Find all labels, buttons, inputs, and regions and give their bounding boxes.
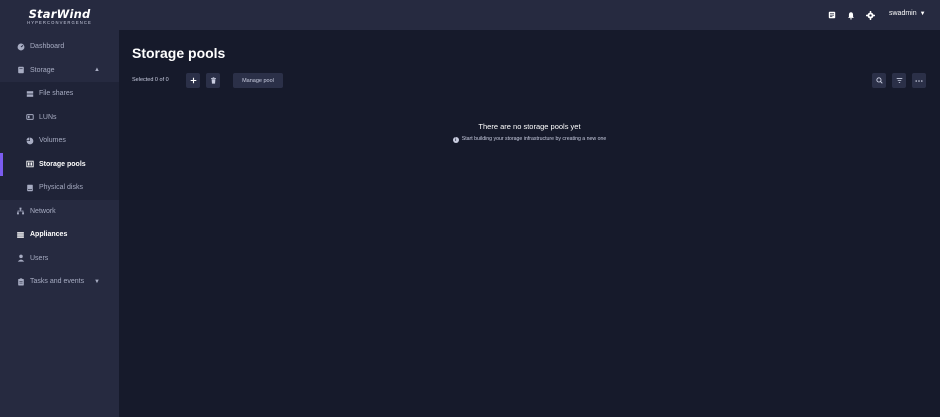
sidebar-item-file-shares[interactable]: File shares: [0, 82, 119, 106]
sidebar-item-label: Users: [30, 254, 49, 262]
sidebar-item-luns[interactable]: LUNs: [0, 105, 119, 129]
sidebar-item-volumes[interactable]: Volumes: [0, 129, 119, 153]
more-options-button[interactable]: [912, 73, 926, 88]
filter-button[interactable]: [892, 73, 906, 88]
empty-state-title: There are no storage pools yet: [478, 122, 581, 131]
storage-submenu: File shares LUNs Volumes Storage pools P…: [0, 82, 119, 200]
tasks-icon: [16, 277, 25, 286]
network-icon: [16, 207, 25, 216]
trash-icon: [210, 77, 216, 84]
search-icon: [875, 77, 883, 84]
empty-state-subtitle-text: Start building your storage infrastructu…: [461, 136, 607, 142]
activity-log-icon[interactable]: [827, 10, 837, 20]
user-menu[interactable]: swadmin ▼: [889, 10, 926, 17]
delete-pool-button[interactable]: [206, 73, 220, 88]
sidebar-item-users[interactable]: Users: [0, 247, 119, 271]
sidebar-item-tasks-and-events[interactable]: Tasks and events ▼: [0, 270, 119, 294]
sidebar-item-storage[interactable]: Storage ▲: [0, 59, 119, 83]
volumes-icon: [25, 136, 34, 145]
dashboard-icon: [16, 42, 25, 51]
empty-state-subtitle: i Start building your storage infrastruct…: [119, 136, 940, 143]
physical-disks-icon: [25, 183, 34, 192]
chevron-up-icon[interactable]: ▲: [94, 67, 100, 73]
appliances-icon: [16, 230, 25, 239]
more-horizontal-icon: [915, 79, 923, 82]
top-bar: swadmin ▼: [119, 0, 940, 30]
sidebar-item-label: Volumes: [39, 137, 66, 145]
sidebar-item-label: Appliances: [30, 231, 68, 239]
file-shares-icon: [25, 89, 34, 98]
sidebar-item-storage-pools[interactable]: Storage pools: [0, 152, 119, 176]
sidebar-item-label: Tasks and events: [30, 278, 85, 286]
brand-name: StarWind: [28, 6, 91, 21]
manage-pool-button[interactable]: Manage pool: [233, 73, 283, 88]
username: swadmin: [889, 10, 917, 17]
sidebar-item-appliances[interactable]: Appliances: [0, 223, 119, 247]
main-content: Storage pools Selected 0 of 0 Manage poo…: [119, 30, 940, 417]
sidebar-item-network[interactable]: Network: [0, 200, 119, 224]
gear-icon[interactable]: [865, 10, 875, 20]
storage-pools-icon: [25, 160, 34, 169]
storage-icon: [16, 66, 25, 75]
luns-icon: [25, 113, 34, 122]
plus-icon: [190, 77, 196, 84]
sidebar-item-label: Physical disks: [39, 184, 83, 192]
sidebar: StarWind HYPERCONVERGENCE Dashboard Stor…: [0, 0, 119, 417]
chevron-down-icon[interactable]: ▼: [94, 279, 100, 285]
sidebar-item-label: LUNs: [39, 113, 57, 121]
sidebar-item-label: Storage pools: [39, 160, 86, 168]
sidebar-item-physical-disks[interactable]: Physical disks: [0, 176, 119, 200]
users-icon: [16, 254, 25, 263]
selection-count: Selected 0 of 0: [132, 77, 169, 83]
chevron-down-icon: ▼: [919, 11, 926, 17]
bell-icon[interactable]: [846, 10, 856, 20]
filter-icon: [896, 77, 902, 84]
search-button[interactable]: [872, 73, 886, 88]
sidebar-nav: Dashboard Storage ▲ File shares LUNs Vol…: [0, 35, 119, 294]
sidebar-item-dashboard[interactable]: Dashboard: [0, 35, 119, 59]
sidebar-item-label: Storage: [30, 66, 55, 74]
toolbar: Selected 0 of 0 Manage pool: [132, 73, 940, 89]
sidebar-item-label: Dashboard: [30, 43, 65, 51]
sidebar-item-label: File shares: [39, 90, 74, 98]
page-title: Storage pools: [132, 45, 226, 61]
add-pool-button[interactable]: [186, 73, 200, 88]
brand-tagline: HYPERCONVERGENCE: [27, 19, 92, 25]
info-icon: i: [452, 137, 459, 143]
sidebar-item-label: Network: [30, 207, 56, 215]
brand-logo[interactable]: StarWind HYPERCONVERGENCE: [0, 0, 119, 31]
